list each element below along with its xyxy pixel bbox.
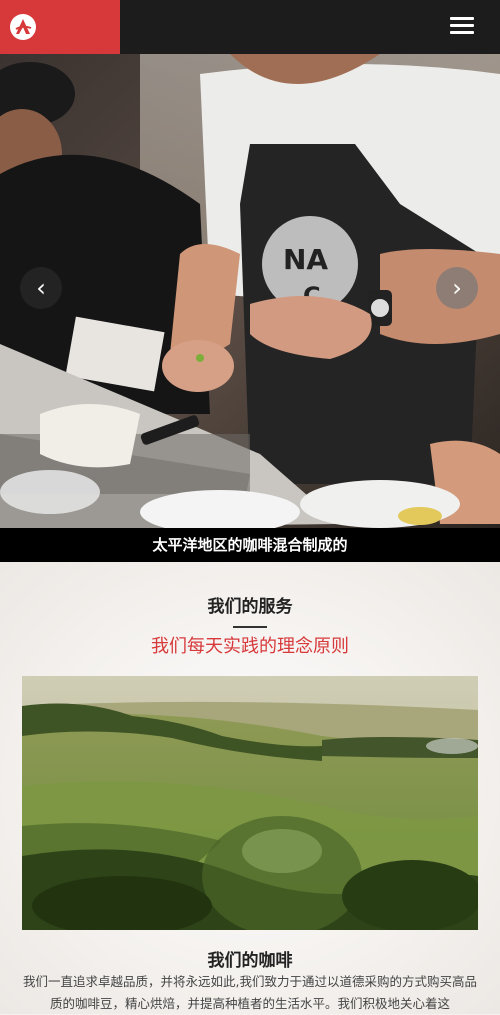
services-subtitle: 我们每天实践的理念原则 — [151, 636, 349, 657]
coffee-title: 我们的咖啡 — [207, 951, 293, 971]
slider-prev-button[interactable]: ‹ — [20, 267, 62, 309]
services-section: 我们的服务 我们每天实践的理念原则 我们的咖啡 我们一直追求卓越品质，并将永远如… — [0, 562, 500, 1014]
brand-logo-icon[interactable] — [10, 14, 36, 40]
chevron-left-icon: ‹ — [36, 274, 46, 302]
services-title: 我们的服务 — [207, 597, 293, 617]
coffee-plantation-image — [22, 676, 478, 930]
apron-text: NA — [283, 243, 328, 276]
hero-image: NA C — [0, 54, 500, 528]
hero-caption: 太平洋地区的咖啡混合制成的 — [0, 528, 500, 562]
top-header — [0, 0, 500, 54]
hero-slider: NA C ‹ › — [0, 54, 500, 528]
logo-box[interactable] — [0, 0, 120, 54]
chevron-right-icon: › — [452, 274, 462, 302]
slider-next-button[interactable]: › — [436, 267, 478, 309]
hamburger-menu-icon[interactable] — [450, 17, 474, 35]
title-divider — [233, 626, 267, 628]
coffee-description: 我们一直追求卓越品质，并将永远如此,我们致力于通过以道德采购的方式购买高品质的咖… — [23, 974, 477, 1011]
